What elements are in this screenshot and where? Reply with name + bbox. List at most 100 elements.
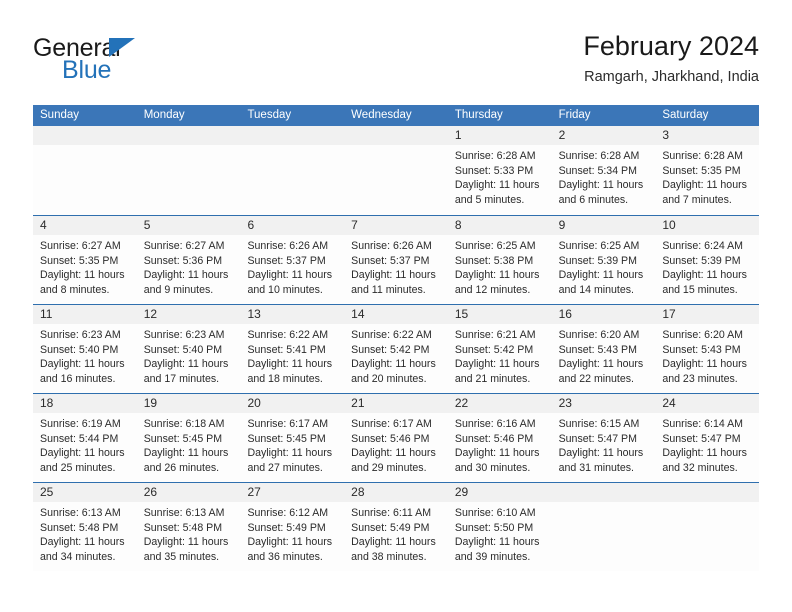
day-cell-23[interactable]: 23 Sunrise: 6:15 AM Sunset: 5:47 PM Dayligh… xyxy=(551,394,656,482)
day-cell-27[interactable]: 27 Sunrise: 6:12 AM Sunset: 5:49 PM Dayligh… xyxy=(240,483,345,571)
day-cell-16[interactable]: 16 Sunrise: 6:20 AM Sunset: 5:43 PM Dayligh… xyxy=(551,305,656,393)
day-detail-line: and 29 minutes. xyxy=(351,461,427,474)
day-detail-line: Sunrise: 6:20 AM xyxy=(558,329,640,341)
day-cell-19[interactable]: 19 Sunrise: 6:18 AM Sunset: 5:45 PM Dayligh… xyxy=(136,394,241,482)
day-cell-2[interactable]: 2 Sunrise: 6:28 AM Sunset: 5:34 PM Daylight… xyxy=(551,126,656,215)
day-cell-empty xyxy=(33,126,137,215)
day-detail-line: and 22 minutes. xyxy=(558,372,634,385)
day-number: 17 xyxy=(655,305,760,324)
day-detail-line: Sunrise: 6:22 AM xyxy=(351,329,432,341)
day-cell-6[interactable]: 6 Sunrise: 6:26 AM Sunset: 5:37 PM Daylight… xyxy=(240,216,345,304)
day-detail-line: and 7 minutes. xyxy=(662,193,732,206)
day-detail-line: Daylight: 11 hours xyxy=(558,269,644,282)
day-detail-line: Daylight: 11 hours xyxy=(351,358,436,371)
day-number: 15 xyxy=(447,305,552,324)
day-detail-line: Daylight: 11 hours xyxy=(40,358,125,371)
day-detail-line: Sunrise: 6:28 AM xyxy=(558,150,640,162)
day-number: 21 xyxy=(344,394,448,413)
day-details: Sunrise: 6:14 AM Sunset: 5:47 PM Daylight:… xyxy=(655,413,759,475)
masthead: General Blue February 2024 Ramgarh, Jhar… xyxy=(33,30,759,98)
day-detail-line: and 9 minutes. xyxy=(143,283,214,296)
day-number: 29 xyxy=(447,483,552,502)
day-number: 5 xyxy=(136,216,241,235)
day-cell-26[interactable]: 26 Sunrise: 6:13 AM Sunset: 5:48 PM Dayligh… xyxy=(136,483,241,571)
day-detail-line: Sunset: 5:33 PM xyxy=(454,164,534,177)
day-number: 19 xyxy=(136,394,241,413)
day-cell-8[interactable]: 8 Sunrise: 6:25 AM Sunset: 5:38 PM Daylight… xyxy=(447,216,552,304)
weekday-header-friday: Friday xyxy=(558,109,591,121)
day-cell-20[interactable]: 20 Sunrise: 6:17 AM Sunset: 5:45 PM Dayligh… xyxy=(240,394,345,482)
day-detail-line: and 20 minutes. xyxy=(351,372,427,385)
day-details: Sunrise: 6:28 AM Sunset: 5:35 PM Daylight:… xyxy=(655,145,759,207)
day-detail-line: Daylight: 11 hours xyxy=(247,536,333,549)
day-detail-line: and 16 minutes. xyxy=(40,372,116,385)
day-number xyxy=(136,126,241,145)
day-detail-line: Sunrise: 6:23 AM xyxy=(40,329,121,341)
day-detail-line: Sunset: 5:41 PM xyxy=(247,343,326,356)
calendar-week-row: 18 Sunrise: 6:19 AM Sunset: 5:44 PM Dayligh… xyxy=(33,393,760,482)
day-detail-line: Sunrise: 6:20 AM xyxy=(662,329,743,341)
day-details: Sunrise: 6:13 AM Sunset: 5:48 PM Daylight:… xyxy=(137,502,241,564)
day-cell-11[interactable]: 11 Sunrise: 6:23 AM Sunset: 5:40 PM Dayligh… xyxy=(33,305,137,393)
day-detail-line: Daylight: 11 hours xyxy=(558,358,644,371)
day-detail-line: Sunrise: 6:24 AM xyxy=(662,240,743,252)
day-detail-line: Sunset: 5:47 PM xyxy=(558,432,637,445)
day-detail-line: Sunrise: 6:17 AM xyxy=(351,418,432,430)
day-cell-empty xyxy=(551,483,656,571)
day-details: Sunrise: 6:25 AM Sunset: 5:38 PM Daylight:… xyxy=(448,235,552,297)
day-number: 3 xyxy=(655,126,760,145)
day-number: 8 xyxy=(447,216,552,235)
day-cell-7[interactable]: 7 Sunrise: 6:26 AM Sunset: 5:37 PM Daylight… xyxy=(344,216,448,304)
day-cell-25[interactable]: 25 Sunrise: 6:13 AM Sunset: 5:48 PM Dayligh… xyxy=(33,483,137,571)
day-detail-line: Daylight: 11 hours xyxy=(40,269,125,282)
day-number: 14 xyxy=(344,305,448,324)
day-cell-10[interactable]: 10 Sunrise: 6:24 AM Sunset: 5:39 PM Dayligh… xyxy=(655,216,760,304)
day-details: Sunrise: 6:20 AM Sunset: 5:43 PM Daylight:… xyxy=(655,324,759,386)
day-detail-line: Daylight: 11 hours xyxy=(558,179,644,192)
day-cell-21[interactable]: 21 Sunrise: 6:17 AM Sunset: 5:46 PM Dayligh… xyxy=(344,394,448,482)
day-detail-line: Daylight: 11 hours xyxy=(143,536,229,549)
day-number: 23 xyxy=(551,394,656,413)
day-cell-1[interactable]: 1 Sunrise: 6:28 AM Sunset: 5:33 PM Daylight… xyxy=(447,126,552,215)
day-cell-28[interactable]: 28 Sunrise: 6:11 AM Sunset: 5:49 PM Dayligh… xyxy=(344,483,448,571)
day-cell-3[interactable]: 3 Sunrise: 6:28 AM Sunset: 5:35 PM Daylight… xyxy=(655,126,760,215)
weekday-header-tuesday: Tuesday xyxy=(247,109,292,121)
day-detail-line: Sunset: 5:40 PM xyxy=(143,343,223,356)
day-detail-line: Sunrise: 6:13 AM xyxy=(143,507,225,519)
day-cell-9[interactable]: 9 Sunrise: 6:25 AM Sunset: 5:39 PM Daylight… xyxy=(551,216,656,304)
day-detail-line: and 15 minutes. xyxy=(662,283,738,296)
day-cell-14[interactable]: 14 Sunrise: 6:22 AM Sunset: 5:42 PM Dayligh… xyxy=(344,305,448,393)
day-detail-line: and 38 minutes. xyxy=(351,550,427,563)
day-cell-12[interactable]: 12 Sunrise: 6:23 AM Sunset: 5:40 PM Dayligh… xyxy=(136,305,241,393)
day-detail-line: Daylight: 11 hours xyxy=(143,358,229,371)
day-detail-line: Sunrise: 6:27 AM xyxy=(143,240,225,252)
day-cell-18[interactable]: 18 Sunrise: 6:19 AM Sunset: 5:44 PM Dayligh… xyxy=(33,394,137,482)
day-detail-line: Sunrise: 6:17 AM xyxy=(247,418,329,430)
day-number: 4 xyxy=(33,216,137,235)
day-number xyxy=(240,126,345,145)
day-detail-line: Daylight: 11 hours xyxy=(662,269,747,282)
day-cell-17[interactable]: 17 Sunrise: 6:20 AM Sunset: 5:43 PM Dayligh… xyxy=(655,305,760,393)
day-cell-4[interactable]: 4 Sunrise: 6:27 AM Sunset: 5:35 PM Daylight… xyxy=(33,216,137,304)
day-cell-5[interactable]: 5 Sunrise: 6:27 AM Sunset: 5:36 PM Daylight… xyxy=(136,216,241,304)
day-detail-line: and 14 minutes. xyxy=(558,283,634,296)
day-details: Sunrise: 6:23 AM Sunset: 5:40 PM Daylight:… xyxy=(33,324,137,386)
day-detail-line: and 39 minutes. xyxy=(454,550,531,563)
day-detail-line: and 12 minutes. xyxy=(454,283,531,296)
day-number xyxy=(33,126,137,145)
day-cell-24[interactable]: 24 Sunrise: 6:14 AM Sunset: 5:47 PM Dayligh… xyxy=(655,394,760,482)
day-detail-line: Daylight: 11 hours xyxy=(40,536,125,549)
day-details xyxy=(33,145,137,149)
day-detail-line: and 26 minutes. xyxy=(143,461,220,474)
day-cell-22[interactable]: 22 Sunrise: 6:16 AM Sunset: 5:46 PM Dayligh… xyxy=(447,394,552,482)
day-number: 25 xyxy=(33,483,137,502)
day-cell-29[interactable]: 29 Sunrise: 6:10 AM Sunset: 5:50 PM Dayligh… xyxy=(447,483,552,571)
day-detail-line: Daylight: 11 hours xyxy=(454,179,540,192)
day-cell-13[interactable]: 13 Sunrise: 6:22 AM Sunset: 5:41 PM Dayligh… xyxy=(240,305,345,393)
day-details: Sunrise: 6:10 AM Sunset: 5:50 PM Daylight:… xyxy=(448,502,552,564)
day-detail-line: Sunset: 5:46 PM xyxy=(454,432,534,445)
day-detail-line: Sunset: 5:48 PM xyxy=(40,521,119,534)
day-cell-15[interactable]: 15 Sunrise: 6:21 AM Sunset: 5:42 PM Dayligh… xyxy=(447,305,552,393)
day-detail-line: Daylight: 11 hours xyxy=(143,447,229,460)
day-detail-line: Sunrise: 6:21 AM xyxy=(454,329,536,341)
